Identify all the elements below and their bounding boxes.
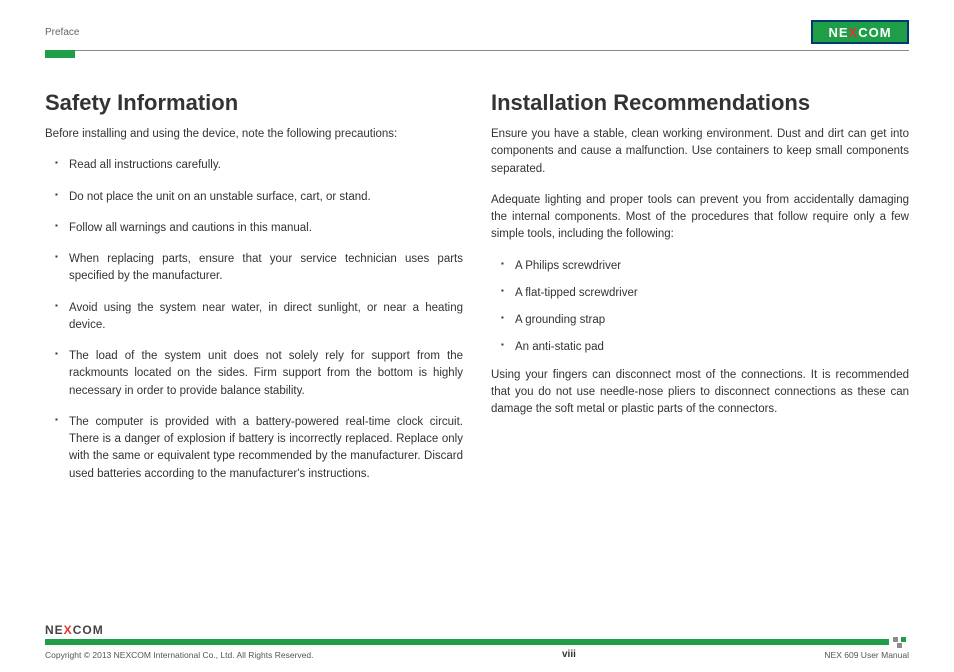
install-para-1: Ensure you have a stable, clean working …: [491, 126, 909, 178]
brand-logo: NEXCOM: [811, 20, 909, 44]
list-item: The load of the system unit does not sol…: [59, 348, 463, 400]
list-item: A grounding strap: [505, 312, 909, 329]
brand-logo-text: NEXCOM: [828, 25, 891, 40]
footer-logo-right: COM: [73, 623, 104, 637]
list-item: The computer is provided with a battery-…: [59, 414, 463, 483]
list-item: A Philips screwdriver: [505, 258, 909, 275]
footer-row: Copyright © 2013 NEXCOM International Co…: [45, 649, 909, 660]
footer-logo-left: NE: [45, 623, 64, 637]
footer-logo: NEXCOM: [45, 623, 909, 637]
install-title: Installation Recommendations: [491, 90, 909, 116]
safety-title: Safety Information: [45, 90, 463, 116]
install-para-3: Using your fingers can disconnect most o…: [491, 367, 909, 419]
install-para-2: Adequate lighting and proper tools can p…: [491, 192, 909, 244]
list-item: An anti-static pad: [505, 339, 909, 356]
list-item: Avoid using the system near water, in di…: [59, 300, 463, 335]
header-rule: [45, 50, 909, 51]
logo-part-right: COM: [858, 25, 891, 40]
safety-intro: Before installing and using the device, …: [45, 126, 463, 143]
page-number: viii: [562, 649, 576, 660]
copyright-text: Copyright © 2013 NEXCOM International Co…: [45, 650, 313, 660]
list-item: Do not place the unit on an unstable sur…: [59, 189, 463, 206]
list-item: When replacing parts, ensure that your s…: [59, 251, 463, 286]
footer-logo-x: X: [64, 623, 73, 637]
list-item: A flat-tipped screwdriver: [505, 285, 909, 302]
safety-bullet-list: Read all instructions carefully. Do not …: [45, 157, 463, 483]
logo-part-x: X: [849, 25, 859, 40]
main-content: Safety Information Before installing and…: [45, 90, 909, 497]
header-accent-bar: [45, 50, 75, 58]
list-item: Read all instructions carefully.: [59, 157, 463, 174]
right-column: Installation Recommendations Ensure you …: [491, 90, 909, 497]
footer-squares-icon: [893, 637, 909, 647]
left-column: Safety Information Before installing and…: [45, 90, 463, 497]
tools-bullet-list: A Philips screwdriver A flat-tipped scre…: [491, 258, 909, 357]
manual-reference: NEX 609 User Manual: [824, 650, 909, 660]
section-label: Preface: [45, 27, 79, 38]
page-footer: NEXCOM Copyright © 2013 NEXCOM Internati…: [45, 623, 909, 660]
footer-accent-bar: [45, 639, 909, 645]
logo-part-left: NE: [828, 25, 848, 40]
header-row: Preface NEXCOM: [45, 18, 909, 46]
list-item: Follow all warnings and cautions in this…: [59, 220, 463, 237]
